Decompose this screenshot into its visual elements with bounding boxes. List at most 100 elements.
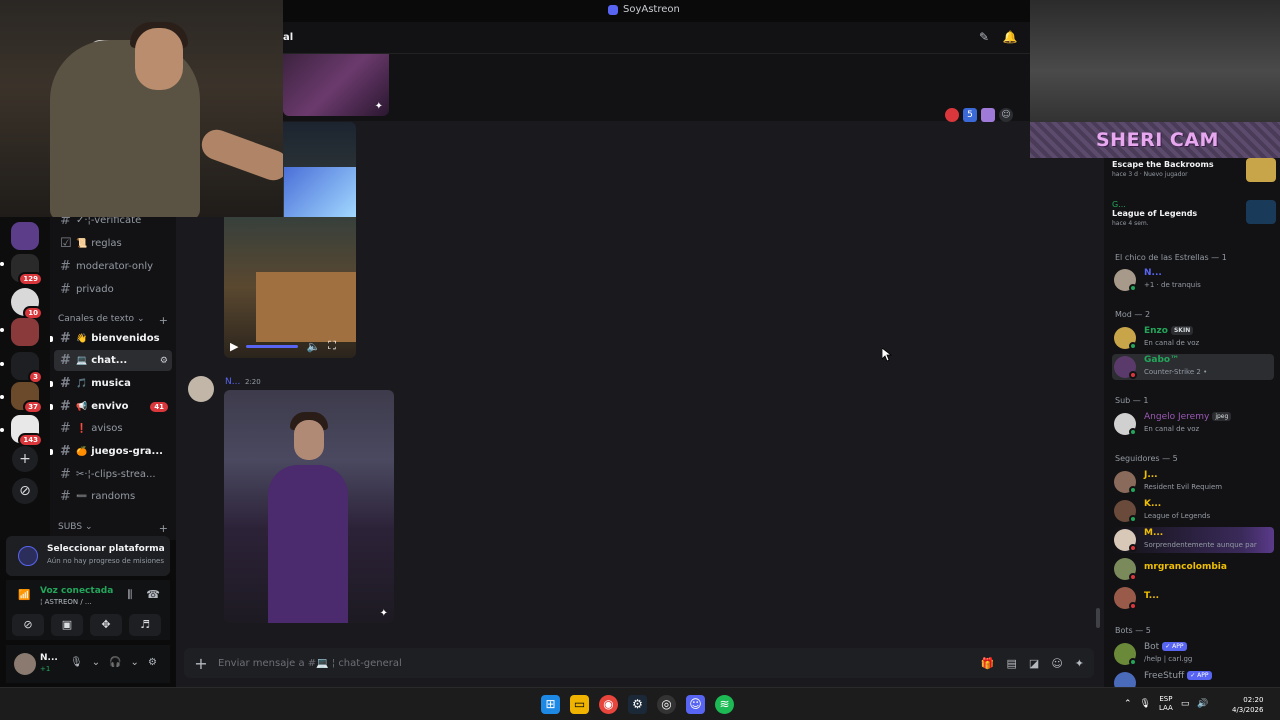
discord-icon[interactable]: ☺ (686, 695, 705, 714)
overlay-label: SHERI CAM (1096, 129, 1219, 151)
message-composer[interactable]: + Enviar mensaje a #💻 ¦ chat-general 🎁 ▤… (184, 648, 1094, 678)
scrollbar[interactable] (1096, 608, 1100, 628)
chrome-icon[interactable]: ◉ (599, 695, 618, 714)
activities-icon[interactable]: ✥ (90, 614, 122, 636)
member-item[interactable]: Angelo Jeremy jpeg En canal de voz (1112, 410, 1278, 438)
channel-clips-streams[interactable]: # ✂·¦-clips-strea... (54, 464, 172, 485)
channel-bienvenidos[interactable]: # 👋 bienvenidos (54, 328, 172, 349)
gear-icon[interactable]: ⚙ (148, 657, 157, 668)
member-activity[interactable]: Escape the Backrooms hace 3 d · Nuevo ju… (1112, 158, 1278, 182)
channel-moderator-only[interactable]: # moderator-only (54, 256, 172, 277)
avatar[interactable] (14, 653, 36, 675)
server-icon[interactable]: 3 (11, 352, 43, 384)
soundboard-icon[interactable]: ♬ (129, 614, 161, 636)
member-item[interactable]: K... League of Legends (1112, 497, 1278, 525)
gift-icon[interactable]: 🎁 (981, 657, 995, 670)
channel-chat-general[interactable]: # 💻 chat... ⚙ (54, 350, 172, 371)
member-item[interactable]: N... +1 · de tranquis (1112, 266, 1278, 294)
noise-suppression-icon[interactable]: ⫼ (127, 588, 132, 602)
channel-randoms[interactable]: # ➖ randoms (54, 486, 172, 507)
channel-juegos-gratis[interactable]: # 🍊 juegos-gra... (54, 441, 172, 462)
add-server-button[interactable]: + (12, 446, 38, 472)
rules-icon: ☑ (60, 236, 72, 251)
volume-slider[interactable] (246, 344, 299, 348)
signal-icon[interactable]: 📶 (18, 590, 30, 601)
category-subs[interactable]: SUBS ⌄ + (58, 522, 168, 535)
start-icon[interactable]: ⊞ (541, 695, 560, 714)
message-author[interactable]: N... (225, 377, 240, 387)
photo-attachment[interactable]: ✦ (224, 390, 394, 623)
user-name[interactable]: N... (40, 653, 58, 663)
mention-badge: 41 (150, 401, 168, 412)
member-item[interactable]: Gabo™ Counter-Strike 2 • (1112, 353, 1278, 381)
sticker-icon[interactable]: ◪ (1029, 657, 1039, 670)
avatar[interactable] (188, 376, 214, 402)
play-icon[interactable]: ▶ (230, 340, 238, 353)
member-group-title: Sub — 1 (1115, 396, 1149, 405)
camera-off-icon[interactable]: ⊘ (12, 614, 44, 636)
server-icon[interactable]: 10 (11, 288, 43, 320)
chevron-down-icon[interactable]: ⌄ (92, 657, 100, 668)
gif-icon[interactable]: ▤ (1007, 657, 1017, 670)
clock[interactable]: 02:20 4/3/2026 (1232, 695, 1263, 715)
composer-tools: 🎁 ▤ ◪ ☺ ✦ (981, 657, 1094, 670)
channel-privado[interactable]: # privado (54, 279, 172, 300)
fullscreen-icon[interactable]: ⛶ (328, 339, 336, 353)
member-activity[interactable]: G... League of Legends hace 4 sem. (1112, 198, 1278, 227)
member-item[interactable]: FreeStuff ✓ APP (1112, 669, 1278, 687)
avatar (1114, 672, 1136, 687)
microphone-icon[interactable]: 🎙 (1140, 699, 1151, 709)
apps-icon[interactable]: ✦ (1075, 657, 1084, 670)
network-icon[interactable]: ▭ (1181, 699, 1190, 709)
headphones-icon[interactable]: 🎧 (109, 657, 121, 668)
screen-share-icon[interactable]: ▣ (51, 614, 83, 636)
message-image[interactable]: ✦ (283, 54, 389, 116)
channel-settings-icon[interactable]: ⚙ (160, 356, 168, 366)
member-group-title: Bots — 5 (1115, 626, 1151, 635)
microphone-icon[interactable]: 🎙 (70, 657, 83, 668)
server-icon[interactable]: 143 (11, 415, 43, 447)
message-reactions: 5 ☺ (945, 108, 1013, 122)
category-text-channels[interactable]: Canales de texto ⌄ + (58, 314, 168, 327)
channel-musica[interactable]: # 🎵 musica (54, 373, 172, 394)
obs-icon[interactable]: ◎ (657, 695, 676, 714)
member-item[interactable]: Enzo SKIN En canal de voz (1112, 324, 1278, 352)
channel-avisos[interactable]: # ❗ avisos (54, 418, 172, 439)
video-controls: ▶ 🔈 ⛶ (224, 334, 356, 358)
file-explorer-icon[interactable]: ▭ (570, 695, 589, 714)
volume-icon[interactable]: 🔊 (1197, 699, 1208, 709)
channel-title: al (283, 32, 294, 43)
steam-icon[interactable]: ⚙ (628, 695, 647, 714)
server-icon[interactable]: 37 (11, 382, 43, 414)
member-item[interactable]: M... Sorprendentemente aunque par (1112, 526, 1278, 554)
threads-icon[interactable]: ✎ (976, 30, 992, 46)
server-icon[interactable] (11, 318, 39, 346)
voice-channel: ¦ ASTREON / ... (40, 598, 92, 606)
reaction-number[interactable]: 5 (963, 108, 977, 122)
voice-status[interactable]: Voz conectada (40, 586, 113, 596)
server-icon[interactable] (11, 222, 39, 250)
volume-icon[interactable]: 🔈 (306, 340, 320, 353)
add-channel-icon[interactable]: + (159, 314, 168, 327)
add-attachment-icon[interactable]: + (184, 654, 218, 673)
chevron-down-icon[interactable]: ⌄ (131, 657, 139, 668)
channel-reglas[interactable]: ☑ 📜 reglas (54, 233, 172, 254)
emoji-icon[interactable]: ☺ (999, 108, 1013, 122)
message-input[interactable]: Enviar mensaje a #💻 ¦ chat-general (218, 658, 981, 669)
record-icon[interactable] (945, 108, 959, 122)
language-indicator[interactable]: ESP LAA (1159, 695, 1173, 713)
emoji-icon[interactable]: ☺ (1051, 657, 1062, 670)
reaction-square[interactable] (981, 108, 995, 122)
member-item[interactable]: Bot ✓ APP /help | carl.gg (1112, 640, 1278, 668)
bell-icon[interactable]: 🔔 (1002, 30, 1018, 46)
channel-envivo[interactable]: # 📢 envivo 41 (54, 396, 172, 417)
member-item[interactable]: mrgrancolombia (1112, 555, 1278, 583)
chevron-up-icon[interactable]: ⌃ (1124, 699, 1132, 709)
disconnect-icon[interactable]: ☎ (146, 588, 160, 602)
server-icon[interactable]: 129 (11, 254, 43, 286)
discover-icon[interactable]: ⊘ (12, 478, 38, 504)
member-item[interactable]: J... Resident Evil Requiem (1112, 468, 1278, 496)
quest-panel[interactable]: Seleccionar plataforma Aún no hay progre… (6, 536, 170, 576)
member-item[interactable]: T... (1112, 584, 1278, 612)
spotify-icon[interactable]: ≋ (715, 695, 734, 714)
